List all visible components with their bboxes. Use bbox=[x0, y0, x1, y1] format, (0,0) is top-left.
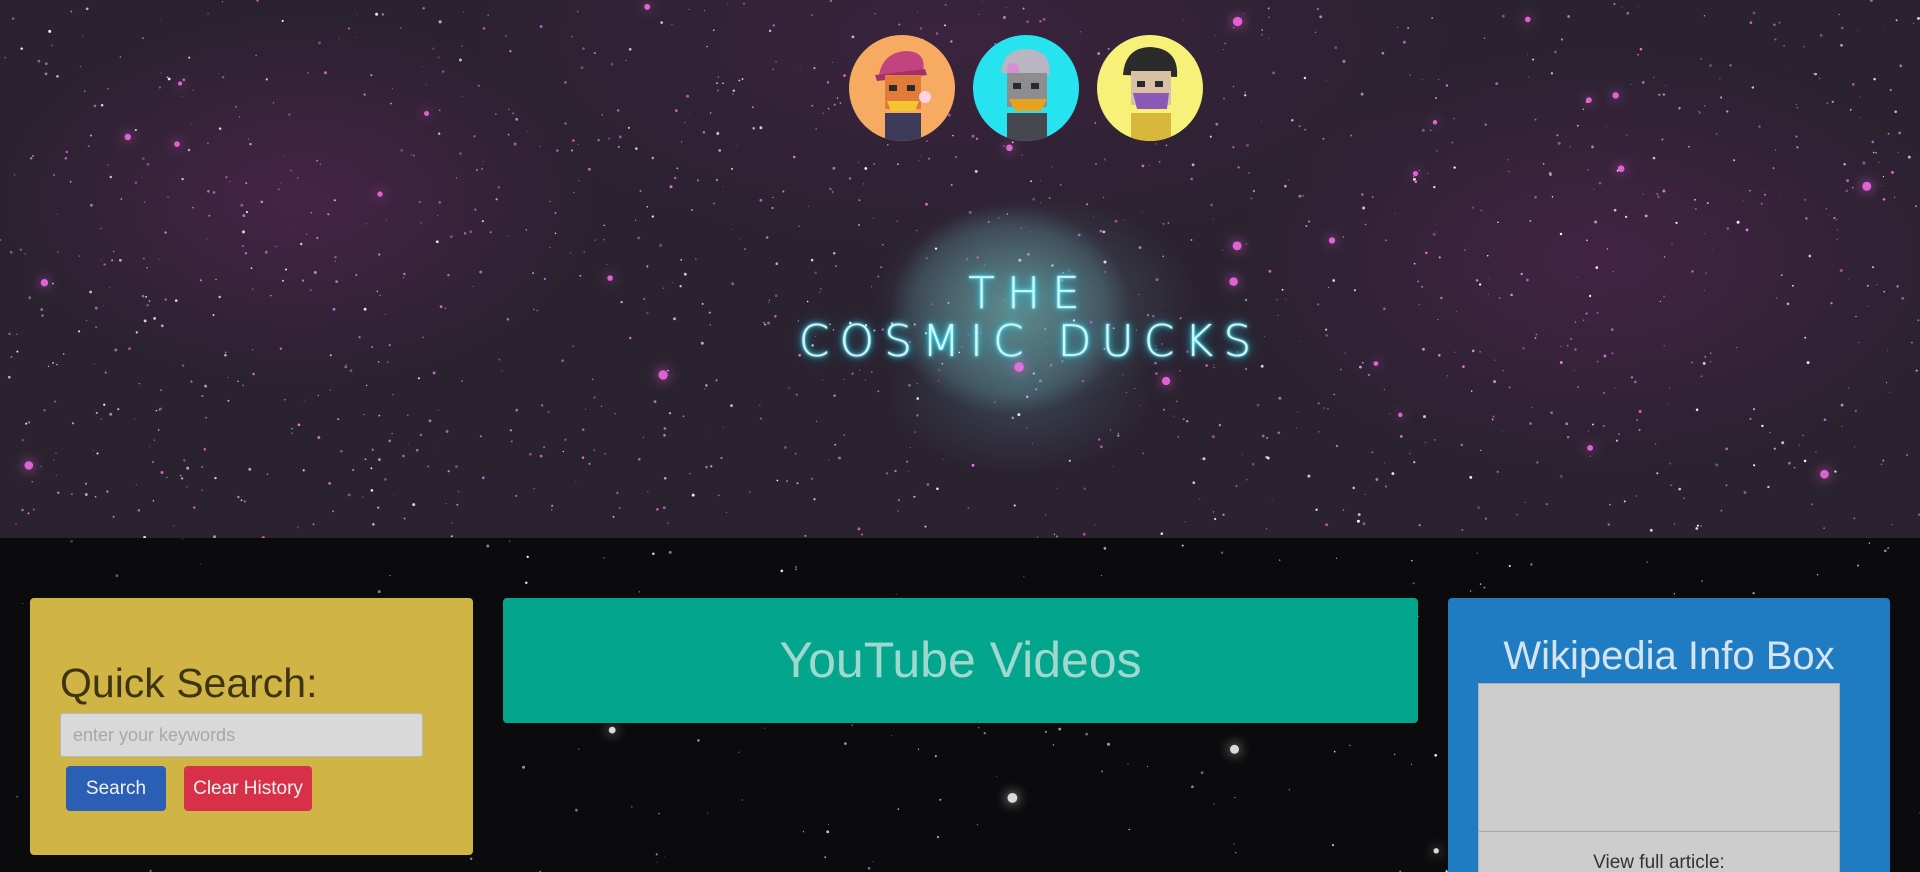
duck-avatar-pink-cap-icon[interactable] bbox=[849, 35, 955, 141]
wikipedia-info-panel: Wikipedia Info Box View full article: bbox=[1448, 598, 1890, 872]
site-logo-title: THE COSMIC DUCKS bbox=[760, 272, 1300, 364]
avatar-row bbox=[849, 35, 1203, 141]
logo-line-2: COSMIC DUCKS bbox=[798, 316, 1262, 367]
wikipedia-info-title: Wikipedia Info Box bbox=[1503, 634, 1835, 678]
hero-banner: THE COSMIC DUCKS bbox=[0, 0, 1920, 538]
wikipedia-info-content: View full article: bbox=[1478, 683, 1840, 872]
logo-line-1: THE bbox=[968, 268, 1092, 319]
youtube-videos-panel: YouTube Videos bbox=[503, 598, 1418, 723]
search-button[interactable]: Search bbox=[66, 766, 166, 811]
view-full-article-link[interactable]: View full article: bbox=[1479, 852, 1839, 872]
wiki-divider bbox=[1479, 831, 1839, 832]
youtube-videos-title: YouTube Videos bbox=[779, 632, 1142, 688]
duck-avatar-mask-icon[interactable] bbox=[1097, 35, 1203, 141]
search-input[interactable] bbox=[60, 713, 423, 757]
clear-history-button[interactable]: Clear History bbox=[184, 766, 312, 811]
quick-search-title: Quick Search: bbox=[60, 660, 318, 706]
quick-search-panel: Quick Search: Search Clear History bbox=[30, 598, 473, 855]
duck-avatar-gray-hair-icon[interactable] bbox=[973, 35, 1079, 141]
content-section: Quick Search: Search Clear History YouTu… bbox=[0, 538, 1920, 872]
